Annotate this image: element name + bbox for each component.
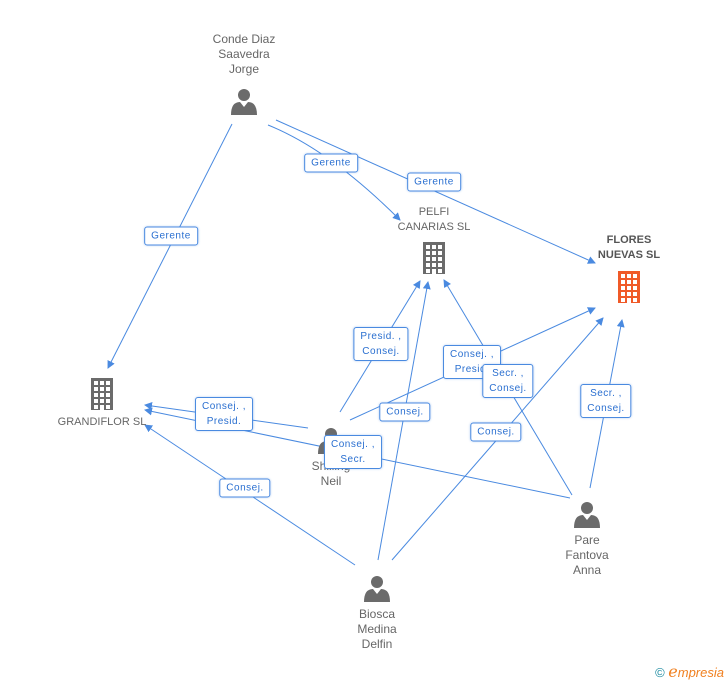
footer-brand: © empresia xyxy=(655,662,724,681)
network-diagram: Biosca Medina DelfinPare Fantova AnnaShi… xyxy=(0,0,728,685)
building-icon[interactable] xyxy=(618,271,640,303)
edge-label[interactable]: Secr. , Consej. xyxy=(580,384,632,418)
edge-label[interactable]: Gerente xyxy=(304,153,358,173)
node-label-conde[interactable]: Conde Diaz Saavedra Jorge xyxy=(213,32,276,77)
edge-label[interactable]: Consej. xyxy=(219,478,271,498)
edge-label[interactable]: Consej. , Secr. xyxy=(324,435,382,469)
person-icon[interactable] xyxy=(574,502,600,528)
building-icon[interactable] xyxy=(423,242,445,274)
edge-label[interactable]: Presid. , Consej. xyxy=(353,327,409,361)
node-label-pelfi[interactable]: PELFI CANARIAS SL xyxy=(398,205,471,235)
person-icon[interactable] xyxy=(231,89,257,115)
edge-label[interactable]: Consej. xyxy=(470,422,522,442)
node-label-biosca[interactable]: Biosca Medina Delfin xyxy=(357,607,396,652)
edge-label[interactable]: Gerente xyxy=(407,172,461,192)
edge-label[interactable]: Secr. , Consej. xyxy=(482,364,534,398)
building-icon[interactable] xyxy=(91,378,113,410)
node-label-flores[interactable]: FLORES NUEVAS SL xyxy=(598,233,660,263)
node-label-grandiflor[interactable]: GRANDIFLOR SL xyxy=(58,415,147,430)
copyright-icon: © xyxy=(655,665,665,680)
edge-label[interactable]: Consej. xyxy=(379,402,431,422)
node-label-pare[interactable]: Pare Fantova Anna xyxy=(565,533,608,578)
person-icon[interactable] xyxy=(364,576,390,602)
empresia-logo: e xyxy=(668,662,678,681)
edge-label[interactable]: Gerente xyxy=(144,226,198,246)
edge-label[interactable]: Consej. , Presid. xyxy=(195,397,253,431)
